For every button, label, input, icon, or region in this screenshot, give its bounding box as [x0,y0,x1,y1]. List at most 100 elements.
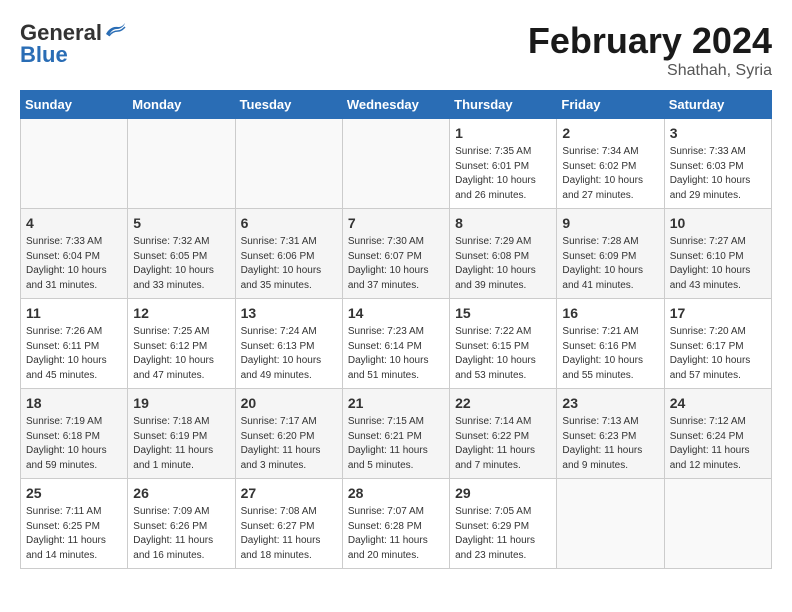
day-info: Sunrise: 7:14 AM Sunset: 6:22 PM Dayligh… [455,416,535,471]
calendar-cell: 22 Sunrise: 7:14 AM Sunset: 6:22 PM Dayli… [450,389,557,479]
calendar-cell: 15Sunrise: 7:22 AM Sunset: 6:15 PM Dayli… [450,299,557,389]
day-number: 22 [455,393,551,413]
day-number: 8 [455,213,551,233]
day-number: 20 [241,393,337,413]
day-info: Sunrise: 7:31 AM Sunset: 6:06 PM Dayligh… [241,236,322,291]
day-number: 23 [562,393,658,413]
day-info: Sunrise: 7:11 AM Sunset: 6:25 PM Dayligh… [26,506,106,561]
calendar-cell: 12Sunrise: 7:25 AM Sunset: 6:12 PM Dayli… [128,299,235,389]
calendar-cell: 23 Sunrise: 7:13 AM Sunset: 6:23 PM Dayli… [557,389,664,479]
calendar-cell: 24Sunrise: 7:12 AM Sunset: 6:24 PM Dayli… [664,389,771,479]
day-info: Sunrise: 7:33 AM Sunset: 6:03 PM Dayligh… [670,146,751,201]
header-saturday: Saturday [664,91,771,119]
day-info: Sunrise: 7:28 AM Sunset: 6:09 PM Dayligh… [562,236,643,291]
day-info: Sunrise: 7:33 AM Sunset: 6:04 PM Dayligh… [26,236,107,291]
day-info: Sunrise: 7:30 AM Sunset: 6:07 PM Dayligh… [348,236,429,291]
day-number: 5 [133,213,229,233]
day-number: 25 [26,483,122,503]
header-monday: Monday [128,91,235,119]
calendar-cell: 1 Sunrise: 7:35 AM Sunset: 6:01 PM Daylig… [450,119,557,209]
day-info: Sunrise: 7:18 AM Sunset: 6:19 PM Dayligh… [133,416,213,471]
logo-blue-text: Blue [20,42,68,68]
day-number: 1 [455,123,551,143]
day-number: 18 [26,393,122,413]
calendar-cell: 13Sunrise: 7:24 AM Sunset: 6:13 PM Dayli… [235,299,342,389]
day-number: 21 [348,393,444,413]
day-number: 7 [348,213,444,233]
calendar-cell: 11Sunrise: 7:26 AM Sunset: 6:11 PM Dayli… [21,299,128,389]
day-info: Sunrise: 7:23 AM Sunset: 6:14 PM Dayligh… [348,326,429,381]
header-sunday: Sunday [21,91,128,119]
calendar-cell [342,119,449,209]
day-number: 3 [670,123,766,143]
location-title: Shathah, Syria [528,62,772,80]
calendar-cell: 9 Sunrise: 7:28 AM Sunset: 6:09 PM Daylig… [557,209,664,299]
day-info: Sunrise: 7:15 AM Sunset: 6:21 PM Dayligh… [348,416,428,471]
day-info: Sunrise: 7:21 AM Sunset: 6:16 PM Dayligh… [562,326,643,381]
day-info: Sunrise: 7:29 AM Sunset: 6:08 PM Dayligh… [455,236,536,291]
week-row-2: 4Sunrise: 7:33 AM Sunset: 6:04 PM Daylig… [21,209,772,299]
calendar-cell: 29 Sunrise: 7:05 AM Sunset: 6:29 PM Dayli… [450,479,557,569]
week-row-5: 25 Sunrise: 7:11 AM Sunset: 6:25 PM Dayli… [21,479,772,569]
calendar-cell: 16 Sunrise: 7:21 AM Sunset: 6:16 PM Dayli… [557,299,664,389]
day-number: 27 [241,483,337,503]
calendar-cell [235,119,342,209]
calendar-cell: 3 Sunrise: 7:33 AM Sunset: 6:03 PM Daylig… [664,119,771,209]
week-row-1: 1 Sunrise: 7:35 AM Sunset: 6:01 PM Daylig… [21,119,772,209]
calendar-cell: 4Sunrise: 7:33 AM Sunset: 6:04 PM Daylig… [21,209,128,299]
day-info: Sunrise: 7:08 AM Sunset: 6:27 PM Dayligh… [241,506,321,561]
calendar-cell [21,119,128,209]
day-number: 28 [348,483,444,503]
calendar-table: SundayMondayTuesdayWednesdayThursdayFrid… [20,90,772,569]
calendar-cell: 18 Sunrise: 7:19 AM Sunset: 6:18 PM Dayli… [21,389,128,479]
header-tuesday: Tuesday [235,91,342,119]
day-number: 2 [562,123,658,143]
calendar-cell: 20 Sunrise: 7:17 AM Sunset: 6:20 PM Dayli… [235,389,342,479]
day-info: Sunrise: 7:35 AM Sunset: 6:01 PM Dayligh… [455,146,536,201]
calendar-cell: 5 Sunrise: 7:32 AM Sunset: 6:05 PM Daylig… [128,209,235,299]
day-info: Sunrise: 7:20 AM Sunset: 6:17 PM Dayligh… [670,326,751,381]
day-info: Sunrise: 7:27 AM Sunset: 6:10 PM Dayligh… [670,236,751,291]
day-info: Sunrise: 7:05 AM Sunset: 6:29 PM Dayligh… [455,506,535,561]
day-number: 29 [455,483,551,503]
calendar-cell: 25 Sunrise: 7:11 AM Sunset: 6:25 PM Dayli… [21,479,128,569]
calendar-cell [557,479,664,569]
day-info: Sunrise: 7:07 AM Sunset: 6:28 PM Dayligh… [348,506,428,561]
calendar-cell: 8 Sunrise: 7:29 AM Sunset: 6:08 PM Daylig… [450,209,557,299]
calendar-header-row: SundayMondayTuesdayWednesdayThursdayFrid… [21,91,772,119]
calendar-cell [128,119,235,209]
calendar-cell: 7 Sunrise: 7:30 AM Sunset: 6:07 PM Daylig… [342,209,449,299]
calendar-cell: 10 Sunrise: 7:27 AM Sunset: 6:10 PM Dayli… [664,209,771,299]
header-friday: Friday [557,91,664,119]
header-wednesday: Wednesday [342,91,449,119]
calendar-cell: 27 Sunrise: 7:08 AM Sunset: 6:27 PM Dayli… [235,479,342,569]
day-number: 26 [133,483,229,503]
month-title: February 2024 [528,20,772,62]
calendar-cell: 26Sunrise: 7:09 AM Sunset: 6:26 PM Dayli… [128,479,235,569]
day-info: Sunrise: 7:34 AM Sunset: 6:02 PM Dayligh… [562,146,643,201]
calendar-cell: 6Sunrise: 7:31 AM Sunset: 6:06 PM Daylig… [235,209,342,299]
week-row-4: 18 Sunrise: 7:19 AM Sunset: 6:18 PM Dayli… [21,389,772,479]
calendar-title-area: February 2024 Shathah, Syria [528,20,772,80]
calendar-cell: 21 Sunrise: 7:15 AM Sunset: 6:21 PM Dayli… [342,389,449,479]
week-row-3: 11Sunrise: 7:26 AM Sunset: 6:11 PM Dayli… [21,299,772,389]
day-info: Sunrise: 7:32 AM Sunset: 6:05 PM Dayligh… [133,236,214,291]
logo-bird-icon [104,22,126,45]
day-info: Sunrise: 7:17 AM Sunset: 6:20 PM Dayligh… [241,416,321,471]
day-number: 16 [562,303,658,323]
day-info: Sunrise: 7:13 AM Sunset: 6:23 PM Dayligh… [562,416,642,471]
calendar-cell: 2 Sunrise: 7:34 AM Sunset: 6:02 PM Daylig… [557,119,664,209]
logo: General Blue [20,20,128,68]
day-number: 19 [133,393,229,413]
day-number: 12 [133,303,229,323]
day-info: Sunrise: 7:22 AM Sunset: 6:15 PM Dayligh… [455,326,536,381]
calendar-cell [664,479,771,569]
day-info: Sunrise: 7:12 AM Sunset: 6:24 PM Dayligh… [670,416,750,471]
calendar-cell: 19 Sunrise: 7:18 AM Sunset: 6:19 PM Dayli… [128,389,235,479]
day-info: Sunrise: 7:19 AM Sunset: 6:18 PM Dayligh… [26,416,107,471]
calendar-cell: 17 Sunrise: 7:20 AM Sunset: 6:17 PM Dayli… [664,299,771,389]
day-number: 9 [562,213,658,233]
page-header: General Blue February 2024 Shathah, Syri… [20,20,772,80]
day-number: 10 [670,213,766,233]
day-number: 17 [670,303,766,323]
